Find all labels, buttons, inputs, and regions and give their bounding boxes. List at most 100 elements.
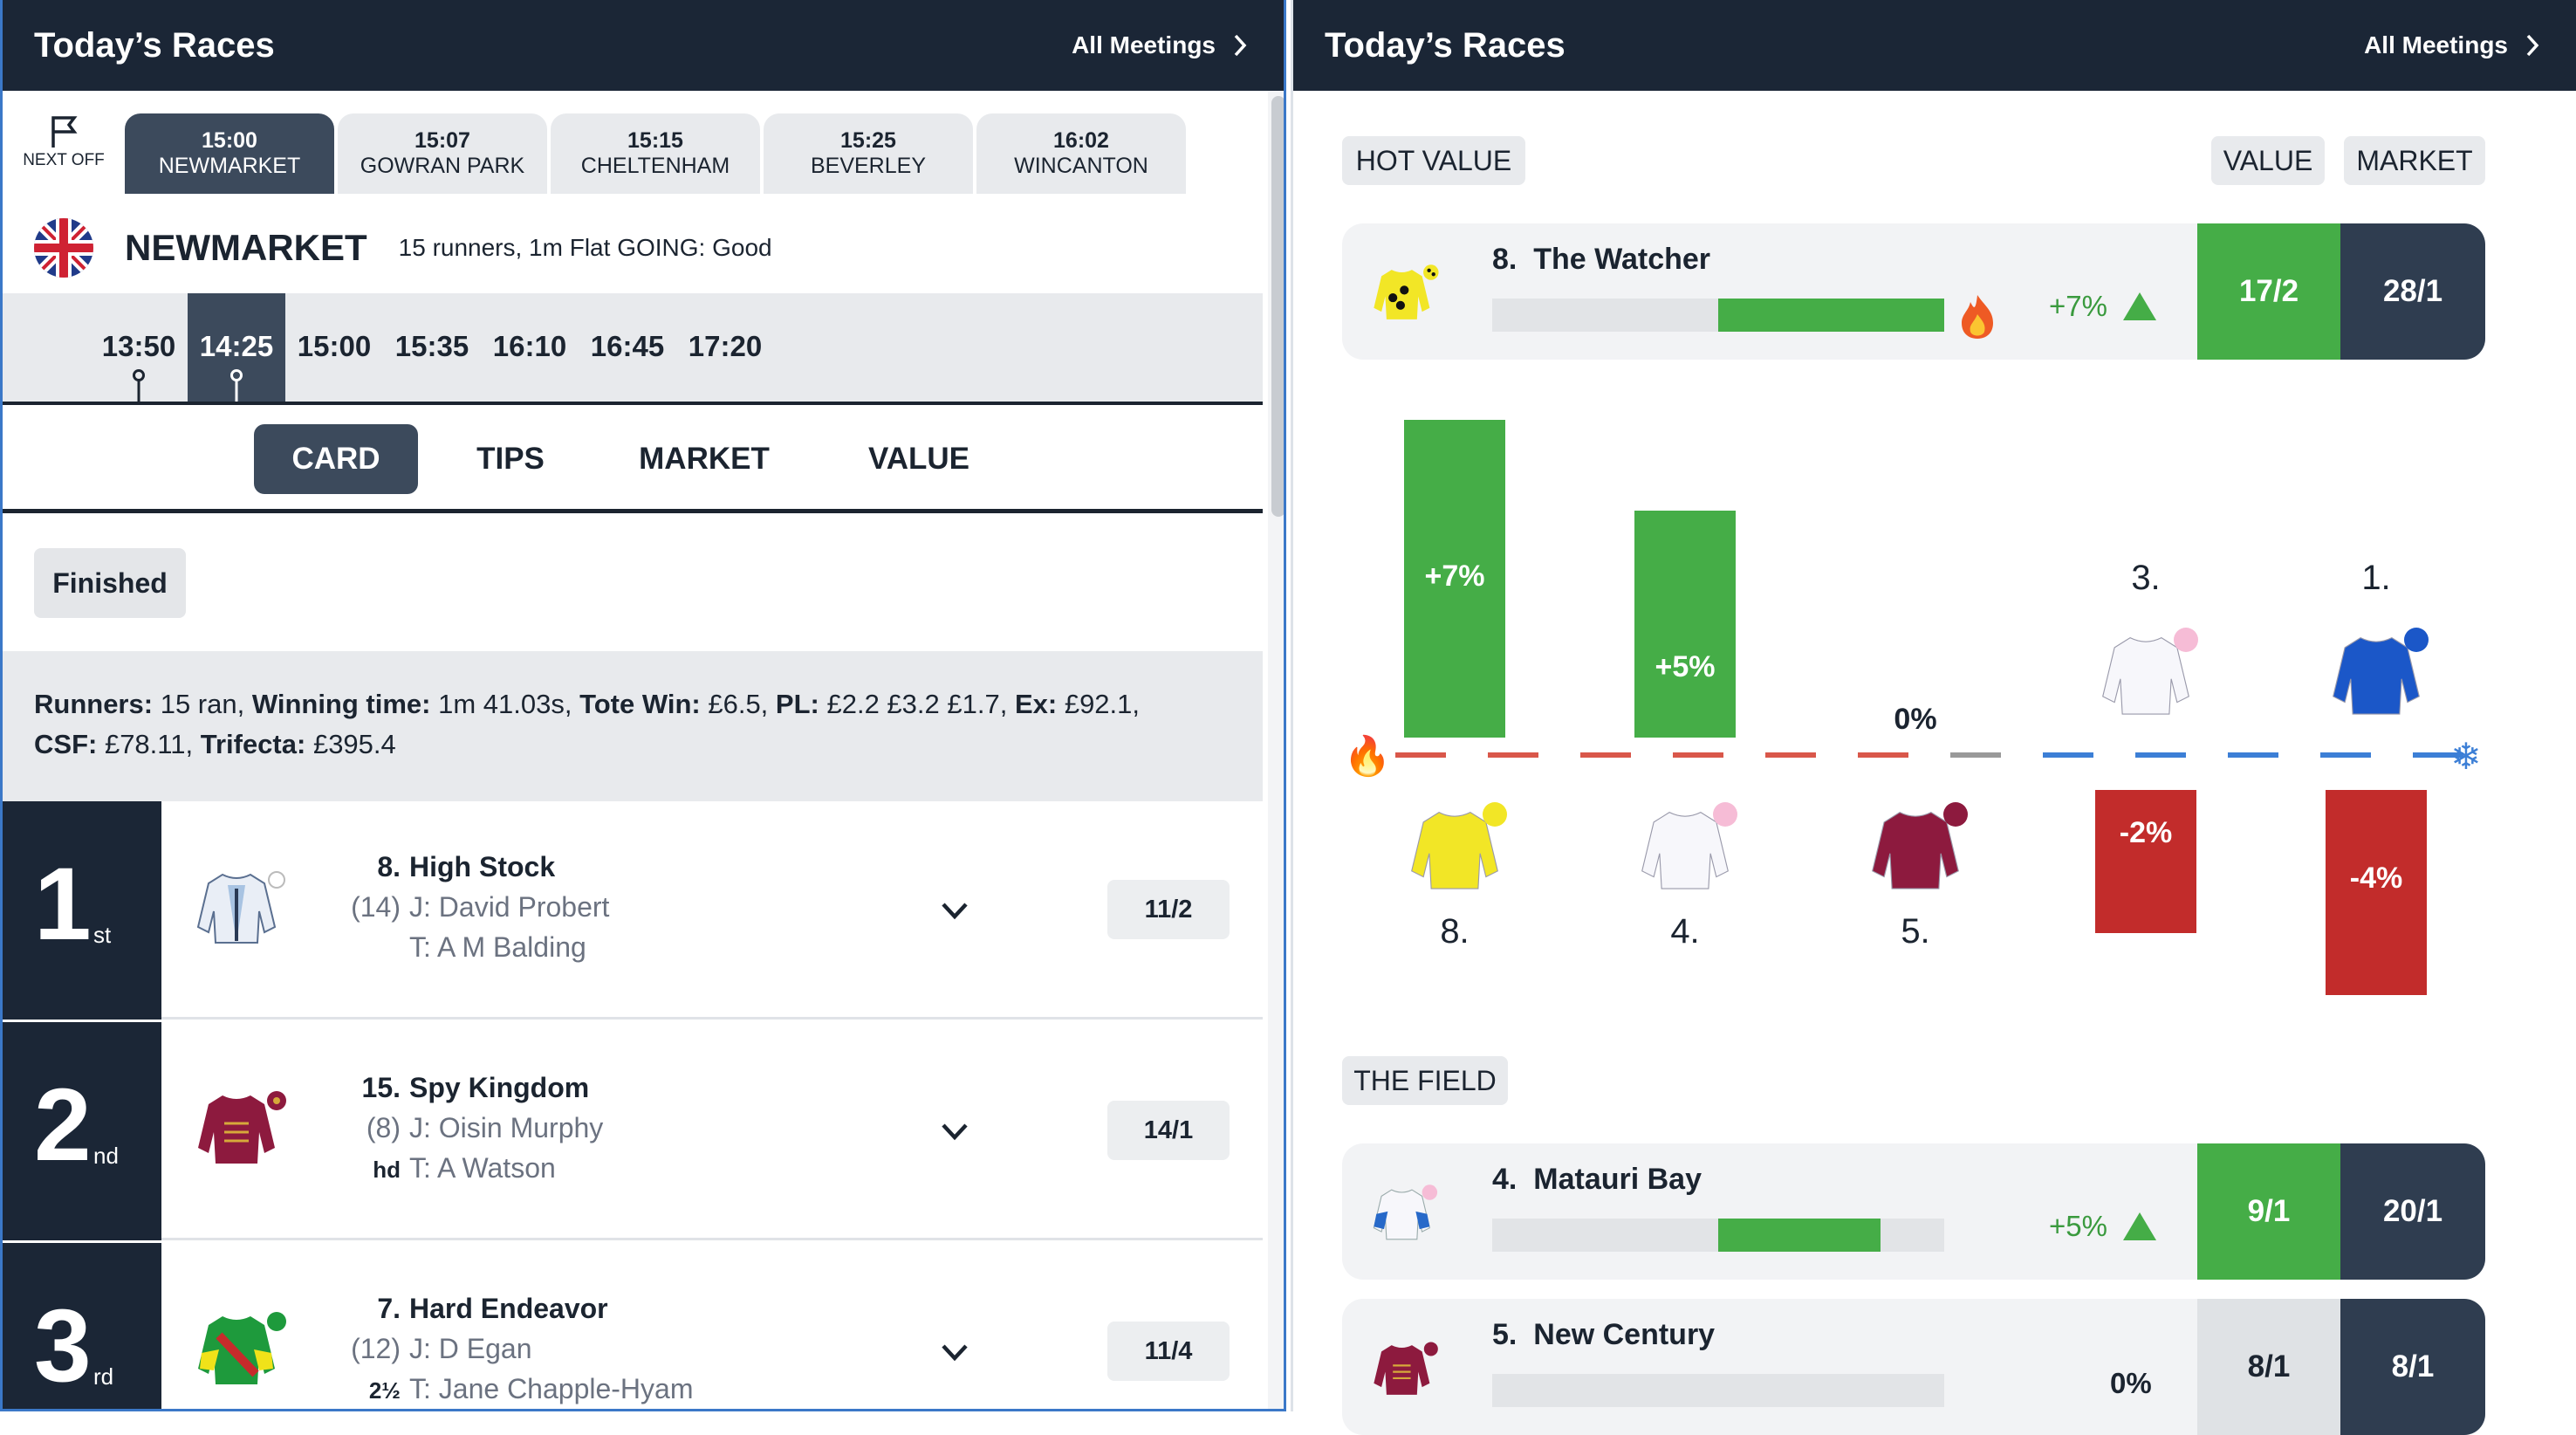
jockey-silk-icon [1374, 1342, 1438, 1395]
the-field-label: THE FIELD [1342, 1056, 1508, 1105]
race-tab[interactable]: 15:25 BEVERLEY [764, 113, 973, 194]
sub-tabs: CARD TIPS MARKET VALUE [3, 405, 1263, 513]
race-tab[interactable]: 15:15 CHELTENHAM [551, 113, 760, 194]
value-odds[interactable]: 8/1 [2197, 1299, 2340, 1435]
tab-value[interactable]: VALUE [847, 424, 990, 494]
finish-position: 3rd [3, 1243, 161, 1409]
race-time[interactable]: 16:45 [579, 293, 676, 402]
jockey-silk-icon [1411, 812, 1498, 889]
result-row[interactable]: 2nd 15. Spy Kingdom (8) J: Oisin Murphy hd… [3, 1022, 1263, 1240]
race-card-panel: Today’s Races All Meetings NEXT OFF 15:0… [0, 0, 1286, 1411]
horse-name: High Stock [409, 851, 556, 882]
value-bar-label: +5% [1655, 650, 1716, 683]
all-meetings-link[interactable]: All Meetings [2364, 31, 2541, 59]
trainer-name: T: A M Balding [409, 931, 586, 963]
chevron-down-icon[interactable] [936, 1334, 973, 1370]
race-time[interactable]: 16:10 [481, 293, 579, 402]
field-runner-card[interactable]: 5. New Century 0% 8/1 8/1 [1342, 1299, 2485, 1435]
arrow-up-icon [2122, 292, 2156, 320]
value-bar [1634, 511, 1736, 738]
chevron-right-icon [2526, 34, 2539, 57]
race-tab[interactable]: 15:00 NEWMARKET [125, 113, 334, 194]
snowflake-icon: ❄ [2450, 736, 2481, 777]
tab-market[interactable]: MARKET [619, 424, 790, 494]
runner-number-label: 8. [1440, 912, 1469, 951]
value-bar-label: +7% [1425, 560, 1485, 593]
value-percent: +7% [2049, 290, 2158, 323]
arrow-up-icon [2122, 1212, 2156, 1240]
left-header: Today’s Races All Meetings [3, 0, 1284, 91]
value-bar [1492, 1374, 1944, 1407]
silk-cap-icon [2174, 628, 2198, 652]
value-bar [1492, 299, 1944, 332]
fire-icon: 🔥 [1344, 734, 1392, 778]
horse-name: 5. New Century [1492, 1318, 1716, 1351]
jockey-silk-icon [1872, 812, 1959, 889]
scrollbar[interactable] [1268, 91, 1284, 1409]
flag-icon [51, 116, 78, 148]
chevron-down-icon[interactable] [936, 1113, 973, 1150]
jockey-silk-icon [1374, 264, 1439, 319]
race-time[interactable]: 15:00 [285, 293, 383, 402]
scrollbar-thumb[interactable] [1271, 96, 1284, 517]
tab-tips[interactable]: TIPS [456, 424, 565, 494]
pin-icon [133, 369, 145, 402]
venue-header: NEWMARKET 15 runners, 1m Flat GOING: Goo… [34, 211, 772, 285]
venue-info: 15 runners, 1m Flat GOING: Good [398, 234, 772, 261]
jockey-silk-icon [197, 871, 285, 944]
runner-number-label: 4. [1670, 912, 1699, 951]
horse-name: 4. Matauri Bay [1492, 1163, 1702, 1196]
race-time-strip: 13:50 14:25 15:00 15:35 16:10 16:45 17:2… [3, 293, 1263, 405]
value-odds[interactable]: 9/1 [2197, 1143, 2340, 1280]
all-meetings-link[interactable]: All Meetings [1072, 31, 1249, 59]
tab-card[interactable]: CARD [254, 424, 418, 494]
page-title: Today’s Races [34, 25, 275, 65]
value-column-label: VALUE [2211, 136, 2325, 185]
race-time[interactable]: 17:20 [676, 293, 774, 402]
value-percent: +5% [2049, 1210, 2158, 1243]
result-row[interactable]: 1st 8. High Stock (14) J: David Probert T:… [3, 801, 1263, 1020]
hot-value-card[interactable]: 8. The Watcher +7% 17/2 28/1 [1342, 223, 2485, 360]
race-time[interactable]: 13:50 [90, 293, 188, 402]
odds-badge: 11/2 [1107, 880, 1230, 939]
market-odds[interactable]: 20/1 [2340, 1143, 2485, 1280]
horse-name: Hard Endeavor [409, 1293, 608, 1324]
right-header: Today’s Races All Meetings [1293, 0, 2576, 91]
jockey-silk-icon [198, 1091, 286, 1164]
chevron-right-icon [1234, 34, 1247, 57]
race-time[interactable]: 15:35 [383, 293, 481, 402]
race-tab[interactable]: 16:02 WINCANTON [976, 113, 1186, 194]
runner-number-label: 5. [1901, 912, 1929, 951]
result-row[interactable]: 3rd 7. Hard Endeavor (12) J: D Egan 2½ T: J… [3, 1243, 1263, 1409]
finish-position: 2nd [3, 1022, 161, 1240]
jockey-silk-icon [2102, 637, 2189, 715]
race-time-selected[interactable]: 14:25 [188, 293, 285, 402]
uk-flag-icon [34, 218, 93, 278]
pin-icon [230, 369, 243, 402]
value-odds[interactable]: 17/2 [2197, 223, 2340, 360]
horse-name: Spy Kingdom [409, 1072, 590, 1103]
jockey-silk-icon [198, 1312, 286, 1384]
race-tabs: NEXT OFF 15:00 NEWMARKET 15:07 GOWRAN PARK… [3, 91, 1263, 194]
runner-number-label: 3. [2131, 559, 2160, 597]
venue-name: NEWMARKET [125, 227, 367, 268]
odds-badge: 11/4 [1107, 1322, 1230, 1381]
market-odds[interactable]: 8/1 [2340, 1299, 2485, 1435]
finish-position: 1st [3, 801, 161, 1020]
market-odds[interactable]: 28/1 [2340, 223, 2485, 360]
field-runner-card[interactable]: 4. Matauri Bay +5% 9/1 20/1 [1342, 1143, 2485, 1280]
jockey-name: J: Oisin Murphy [409, 1112, 604, 1143]
runner-number-label: 1. [2361, 559, 2390, 597]
next-off-button[interactable]: NEXT OFF [3, 91, 125, 194]
value-bar-label: -4% [2350, 862, 2402, 895]
value-bar [1492, 1219, 1944, 1252]
market-column-label: MARKET [2344, 136, 2485, 185]
page-title: Today’s Races [1325, 25, 1565, 65]
race-summary: Runners: 15 ran, Winning time: 1m 41.03s… [3, 651, 1263, 801]
value-bar-label: -2% [2120, 816, 2172, 849]
silk-cap-icon [1943, 802, 1968, 827]
status-badge: Finished [34, 548, 186, 618]
chevron-down-icon[interactable] [936, 892, 973, 929]
jockey-name: J: David Probert [409, 891, 610, 923]
race-tab[interactable]: 15:07 GOWRAN PARK [338, 113, 547, 194]
